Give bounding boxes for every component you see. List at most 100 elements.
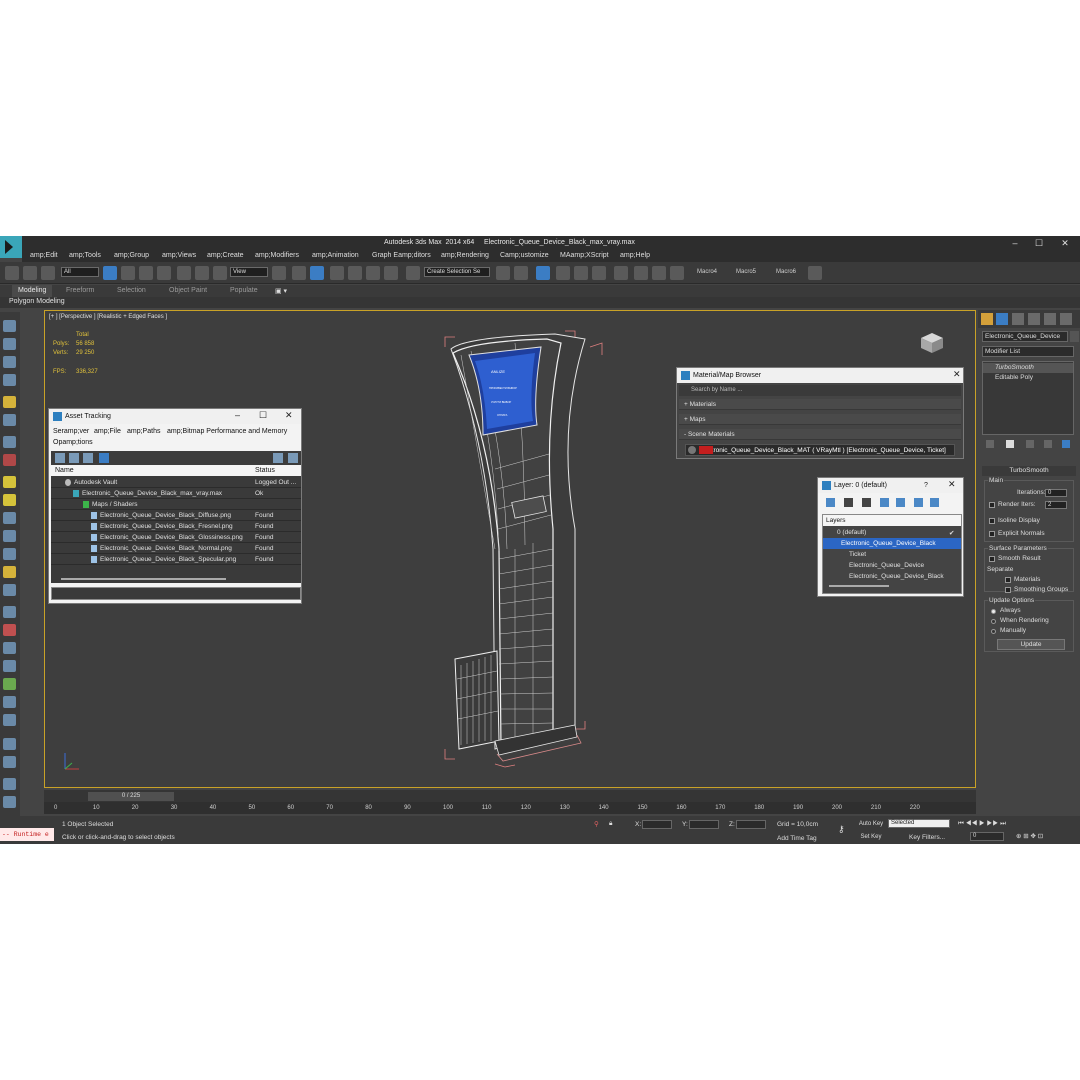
manually-radio[interactable] — [991, 629, 996, 634]
teapot-tool-icon[interactable] — [3, 584, 16, 596]
teapot-icon[interactable] — [808, 266, 822, 280]
create-icon[interactable] — [3, 320, 16, 332]
add-time-tag[interactable]: Add Time Tag — [777, 835, 817, 842]
viewcube-icon[interactable] — [919, 331, 945, 355]
menu-views[interactable]: amp;Views — [162, 252, 196, 259]
tab-selection[interactable]: Selection — [117, 287, 146, 294]
sun-icon[interactable] — [3, 566, 16, 578]
asset-minimize-button[interactable]: – — [235, 410, 240, 420]
stack-item-editable-poly[interactable]: Editable Poly — [983, 373, 1073, 383]
geometry-icon[interactable] — [3, 338, 16, 350]
current-frame-field[interactable]: 0 — [970, 832, 1004, 841]
remove-modifier-icon[interactable] — [1044, 440, 1052, 448]
pin-stack-icon[interactable] — [986, 440, 994, 448]
table-row[interactable]: Electronic_Queue_Device_Black_Glossiness… — [51, 532, 301, 543]
hierarchy-tab-icon[interactable] — [1012, 313, 1024, 325]
x-coordinate-field[interactable] — [642, 820, 672, 829]
layer-manager-icon[interactable] — [536, 266, 550, 280]
layer-scrollbar[interactable] — [829, 585, 889, 587]
macro6-button[interactable]: Macro6 — [776, 269, 796, 275]
turbosmooth-rollout-header[interactable]: TurboSmooth — [982, 466, 1076, 476]
macro5-button[interactable]: Macro5 — [736, 269, 756, 275]
layer-delete-icon[interactable] — [844, 498, 853, 507]
undo-icon[interactable] — [5, 266, 19, 280]
pivot-icon[interactable] — [272, 266, 286, 280]
modifier-list-dropdown[interactable]: Modifier List — [982, 346, 1074, 357]
table-row[interactable]: Electronic_Queue_Device_Black_max_vray.m… — [51, 488, 301, 499]
maps-section[interactable]: + Maps — [679, 414, 961, 425]
layer-dialog-titlebar[interactable]: Layer: 0 (default) ? ✕ — [818, 478, 963, 493]
bind-space-warp-icon[interactable] — [41, 266, 55, 280]
table-row[interactable]: Electronic_Queue_Device_Black_Diffuse.pn… — [51, 510, 301, 521]
layer-highlight-icon[interactable] — [896, 498, 905, 507]
box-icon[interactable] — [3, 494, 16, 506]
menu-graph-editors[interactable]: Graph Eamp;ditors — [372, 252, 431, 259]
app-logo-icon[interactable] — [0, 236, 22, 258]
asset-path-field[interactable] — [51, 587, 301, 600]
menu-help[interactable]: amp;Help — [620, 252, 650, 259]
table-row[interactable]: Autodesk Vault Logged Out ... — [51, 477, 301, 488]
iterations-spinner[interactable]: 0 — [1045, 489, 1067, 497]
grid-icon[interactable] — [3, 374, 16, 386]
keyboard-shortcut-icon[interactable] — [310, 266, 324, 280]
layer-row-default[interactable]: 0 (default) ✔ — [823, 527, 961, 538]
table-row[interactable]: Electronic_Queue_Device_Black_Specular.p… — [51, 554, 301, 565]
helper-icon[interactable] — [3, 436, 16, 448]
y-coordinate-field[interactable] — [689, 820, 719, 829]
reference-coord-select[interactable]: View — [230, 267, 268, 277]
auto-key-button[interactable]: Auto Key — [856, 819, 886, 829]
asset-menu-file[interactable]: amp;File — [94, 428, 121, 435]
col-status-header[interactable]: Status — [255, 467, 275, 474]
material-browser-titlebar[interactable]: Material/Map Browser ✕ — [677, 368, 963, 383]
key-set-dropdown[interactable]: Selected — [888, 819, 950, 828]
asset-tracking-titlebar[interactable]: Asset Tracking – ☐ ✕ — [49, 409, 301, 424]
asset-menu-options[interactable]: Opamp;tions — [53, 439, 93, 446]
modify-tab-icon[interactable] — [996, 313, 1008, 325]
light-icon[interactable] — [3, 396, 16, 408]
materials-checkbox[interactable] — [1005, 577, 1011, 583]
dynamics-icon[interactable] — [3, 624, 16, 636]
asset-menu-bitmap[interactable]: amp;Bitmap Performance and Memory — [167, 428, 287, 435]
menu-create[interactable]: amp;Create — [207, 252, 244, 259]
render-iters-checkbox[interactable] — [989, 502, 995, 508]
edit-named-selection-icon[interactable] — [406, 266, 420, 280]
menu-rendering[interactable]: amp;Rendering — [441, 252, 489, 259]
key-icon[interactable]: ⚷ — [838, 824, 845, 835]
update-button[interactable]: Update — [997, 639, 1065, 650]
sphere-icon[interactable] — [3, 476, 16, 488]
rendered-frame-window-icon[interactable] — [652, 266, 666, 280]
named-selection-set-select[interactable]: Create Selection Se — [424, 267, 490, 277]
motion-tab-icon[interactable] — [1028, 313, 1040, 325]
asset-maximize-button[interactable]: ☐ — [259, 410, 267, 421]
link-icon[interactable] — [23, 266, 37, 280]
z-coordinate-field[interactable] — [736, 820, 766, 829]
mirror-icon[interactable] — [496, 266, 510, 280]
asset-close-button[interactable]: ✕ — [285, 410, 293, 421]
spacewarp-icon[interactable] — [3, 454, 16, 466]
menu-group[interactable]: amp;Group — [114, 252, 149, 259]
ribbon-options-icon[interactable]: ▣ ▾ — [275, 287, 287, 295]
tab-object-paint[interactable]: Object Paint — [169, 287, 207, 294]
render-production-icon[interactable] — [670, 266, 684, 280]
asset-menu-server[interactable]: Seramp;ver — [53, 428, 89, 435]
graphite-toggle-icon[interactable] — [556, 266, 570, 280]
explicit-normals-checkbox[interactable] — [989, 531, 995, 537]
playback-controls[interactable]: ⏮ ◀◀ ▶ ▶▶ ⏭ — [958, 820, 1006, 828]
camera-icon[interactable] — [3, 414, 16, 426]
configure-sets-icon[interactable] — [1062, 440, 1070, 448]
select-object-icon[interactable] — [103, 266, 117, 280]
torus-icon[interactable] — [3, 548, 16, 560]
cone-icon[interactable] — [3, 530, 16, 542]
curve-editor-icon[interactable] — [574, 266, 588, 280]
layer-row[interactable]: Ticket — [823, 549, 961, 560]
menu-customize[interactable]: Camp;ustomize — [500, 252, 549, 259]
close-button[interactable]: ✕ — [1058, 237, 1072, 249]
smooth-result-checkbox[interactable] — [989, 556, 995, 562]
window-crossing-icon[interactable] — [157, 266, 171, 280]
utilities-icon[interactable] — [3, 756, 16, 768]
make-unique-icon[interactable] — [1026, 440, 1034, 448]
select-by-name-icon[interactable] — [121, 266, 135, 280]
track-bar[interactable]: 0 10 20 30 40 50 60 70 80 90 100 110 120 130 140 150 160… — [44, 802, 976, 814]
layer-hide-icon[interactable] — [914, 498, 923, 507]
rect-selection-icon[interactable] — [139, 266, 153, 280]
